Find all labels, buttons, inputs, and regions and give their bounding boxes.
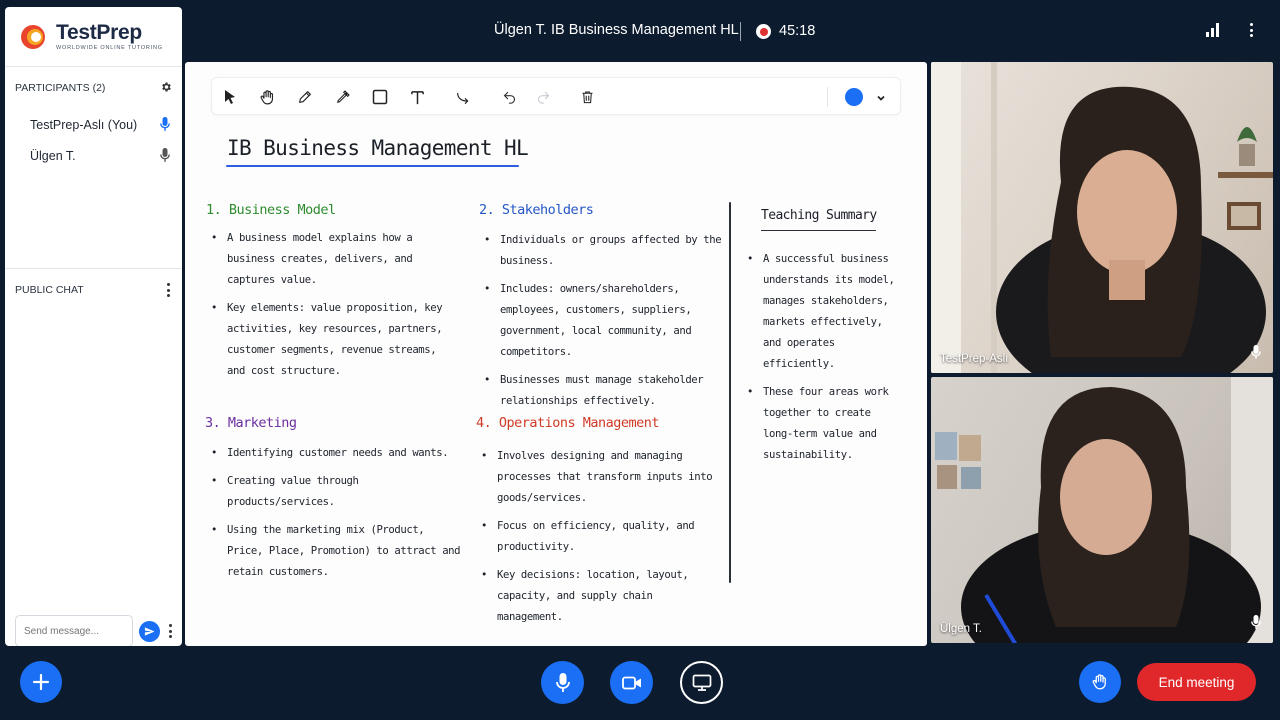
raise-hand-icon [1092,674,1106,690]
meeting-title: Ülgen T. IB Business Management HL [494,22,739,38]
marketing-list: Identifying customer needs and wants. Cr… [207,443,462,590]
stakeholders-list: Individuals or groups affected by the bu… [480,230,722,419]
list-item: Using the marketing mix (Product, Price,… [207,520,462,583]
camera-button[interactable] [610,661,653,704]
signal-strength-icon[interactable] [1206,23,1221,37]
operations-list: Involves designing and managing processe… [477,446,723,635]
mic-icon [158,148,172,164]
list-item: Involves designing and managing processe… [477,446,723,509]
participant-name: Ülgen T. [30,148,76,163]
redo-icon[interactable] [532,86,554,108]
list-item: Individuals or groups affected by the bu… [480,230,722,272]
tutor-video-feed [931,62,1273,373]
list-item: Key elements: value proposition, key act… [207,298,457,382]
list-item: Creating value through products/services… [207,471,462,513]
video-name-label: TestPrep-Aslı [940,353,1009,365]
raise-hand-button[interactable] [1079,661,1121,703]
trash-icon[interactable] [576,86,598,108]
toolbar-divider [827,87,828,107]
participants-heading: PARTICIPANTS (2) [15,82,106,94]
section-title-business-model: 1. Business Model [206,202,336,218]
video-tile-tutor[interactable]: TestPrep-Aslı [931,62,1273,373]
logo-tagline: WORLDWIDE ONLINE TUTORING [56,45,163,51]
logo-mark-icon [21,23,49,51]
settings-gear-icon[interactable] [160,81,172,96]
column-divider [729,202,731,583]
text-tool-icon[interactable] [406,86,428,108]
end-meeting-button[interactable]: End meeting [1137,663,1256,701]
list-item: Identifying customer needs and wants. [207,443,462,464]
plus-icon [32,673,50,691]
list-item: A business model explains how a business… [207,228,457,291]
chat-heading: PUBLIC CHAT [15,284,84,296]
logo: TestPrep WORLDWIDE ONLINE TUTORING [5,7,182,67]
whiteboard-toolbar [211,77,901,115]
microphone-icon [555,672,570,692]
send-icon[interactable] [139,620,160,642]
video-mic-icon [1251,345,1261,365]
list-item: Includes: owners/shareholders, employees… [480,279,722,363]
logo-name: TestPrep [56,21,142,44]
chat-input-options-icon[interactable] [166,624,174,638]
business-model-list: A business model explains how a business… [207,228,457,389]
list-item: Key decisions: location, layout, capacit… [477,565,723,628]
whiteboard-title: IB Business Management HL [227,136,529,160]
participant-item[interactable]: Ülgen T. [5,140,182,171]
section-title-operations: 4. Operations Management [476,415,660,431]
list-item: These four areas work together to create… [743,382,901,466]
mic-active-icon [158,117,172,133]
list-item: Focus on efficiency, quality, and produc… [477,516,723,558]
student-video-feed [935,377,1273,643]
participant-name: TestPrep-Aslı (You) [30,117,138,132]
whiteboard[interactable]: IB Business Management HL 1. Business Mo… [185,62,927,646]
participants-panel: PARTICIPANTS (2) TestPrep-Aslı (You) Ülg… [5,67,182,268]
sidebar: TestPrep WORLDWIDE ONLINE TUTORING PARTI… [5,7,182,646]
microphone-button[interactable] [541,661,584,704]
screen-share-icon [692,674,711,691]
undo-icon[interactable] [498,86,520,108]
pen-color-swatch[interactable] [845,88,863,106]
list-item: Businesses must manage stakeholder relat… [480,370,722,412]
section-title-marketing: 3. Marketing [205,415,297,431]
marker-icon[interactable] [332,86,354,108]
summary-underline [761,230,876,231]
more-options-icon[interactable] [1247,23,1255,37]
title-underline [226,165,519,167]
section-title-stakeholders: 2. Stakeholders [479,202,594,218]
connector-icon[interactable] [452,86,474,108]
summary-list: A successful business understands its mo… [743,249,901,473]
select-cursor-icon[interactable] [219,86,241,108]
participant-item[interactable]: TestPrep-Aslı (You) [5,109,182,140]
chat-options-icon[interactable] [164,283,172,297]
pencil-icon[interactable] [294,86,316,108]
add-plus-button[interactable] [20,661,62,703]
hand-pan-icon[interactable] [256,86,278,108]
chat-message-input[interactable] [15,615,133,646]
public-chat-panel: PUBLIC CHAT [5,269,182,646]
video-mic-icon [1251,615,1261,635]
header-divider [740,22,741,41]
rectangle-icon[interactable] [369,86,391,108]
video-name-label: Ülgen T. [940,623,982,635]
video-tile-student[interactable]: Ülgen T. [931,377,1273,643]
video-camera-icon [621,676,641,689]
recording-icon [756,24,771,39]
screen-share-button[interactable] [680,661,723,704]
chevron-down-icon[interactable] [876,90,886,108]
meeting-timer: 45:18 [779,23,816,39]
summary-title: Teaching Summary [761,208,877,223]
list-item: A successful business understands its mo… [743,249,901,375]
